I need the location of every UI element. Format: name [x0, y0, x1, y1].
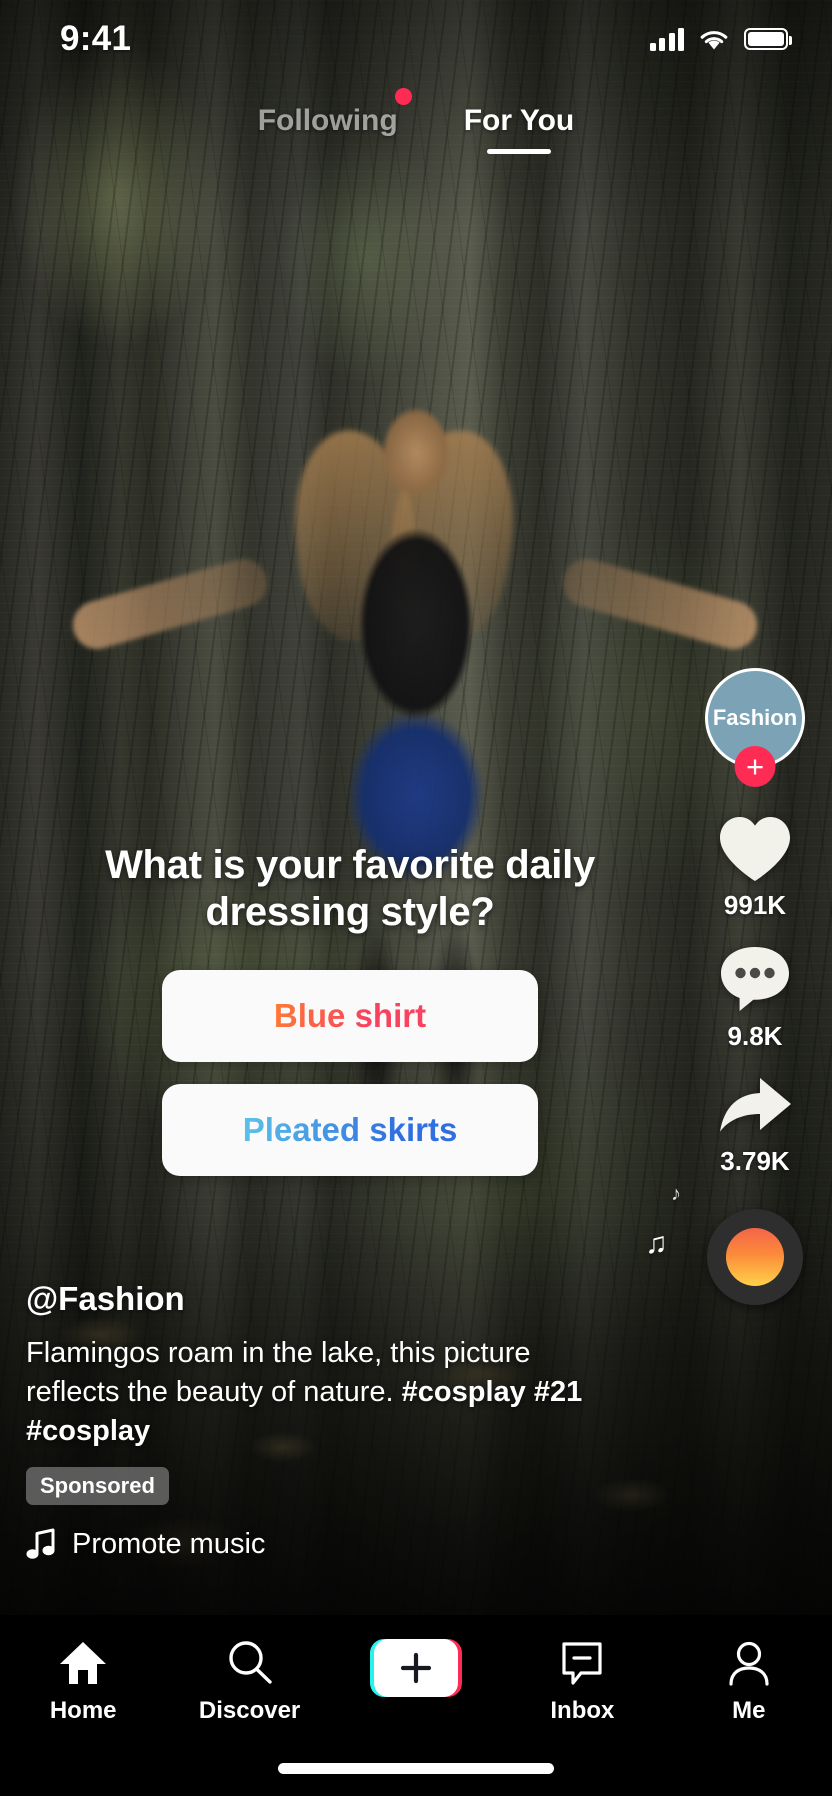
bottom-navigation-bar: Home Discover — [0, 1615, 832, 1796]
share-button[interactable]: 3.79K — [715, 1074, 795, 1177]
tab-following[interactable]: Following — [258, 104, 398, 148]
sponsored-badge: Sponsored — [26, 1467, 169, 1505]
like-count: 991K — [724, 890, 786, 921]
person-icon — [724, 1639, 774, 1687]
poll-option-1[interactable]: Blue shirt — [162, 970, 538, 1062]
nav-item-home-label: Home — [50, 1697, 117, 1725]
home-icon — [58, 1639, 108, 1687]
video-caption-block: @Fashion Flamingos roam in the lake, thi… — [26, 1280, 586, 1561]
poll-option-2-label: Pleated skirts — [243, 1111, 458, 1149]
status-bar: 9:41 — [0, 0, 832, 78]
create-button-white-layer — [374, 1639, 458, 1697]
comment-count: 9.8K — [728, 1021, 783, 1052]
nav-item-inbox[interactable]: Inbox — [507, 1639, 657, 1725]
avatar-label: Fashion — [713, 705, 797, 731]
music-note-icon — [26, 1527, 56, 1561]
tab-for-you[interactable]: For You — [464, 104, 575, 148]
music-disc-icon — [726, 1228, 784, 1286]
inbox-message-icon — [557, 1639, 607, 1687]
search-icon — [225, 1639, 275, 1687]
poll-option-2[interactable]: Pleated skirts — [162, 1084, 538, 1176]
action-rail: Fashion + 991K 9.8K 3.79 — [700, 668, 810, 1305]
comment-bubble-icon — [717, 943, 793, 1015]
status-bar-icons — [650, 27, 789, 51]
battery-icon — [744, 28, 788, 50]
nav-item-create[interactable] — [341, 1639, 491, 1707]
creator-handle[interactable]: @Fashion — [26, 1280, 586, 1318]
music-disc-button[interactable]: ♫ ♪ — [707, 1209, 803, 1305]
nav-item-inbox-label: Inbox — [550, 1697, 614, 1725]
nav-item-me-label: Me — [732, 1697, 765, 1725]
nav-item-home[interactable]: Home — [8, 1639, 158, 1725]
tab-active-underline — [487, 149, 551, 154]
promote-music-label: Promote music — [72, 1528, 265, 1561]
tab-following-label: Following — [258, 104, 398, 137]
poll-options-list: Blue shirt Pleated skirts — [0, 970, 700, 1176]
creator-avatar-button[interactable]: Fashion + — [705, 668, 805, 768]
share-arrow-icon — [715, 1074, 795, 1140]
poll-sticker: What is your favorite daily dressing sty… — [0, 842, 700, 1176]
hashtag-cosplay[interactable]: #cosplay — [402, 1376, 526, 1408]
follow-plus-icon: + — [746, 751, 764, 782]
plus-icon — [399, 1651, 433, 1685]
video-description: Flamingos roam in the lake, this picture… — [26, 1334, 586, 1451]
tab-for-you-label: For You — [464, 104, 575, 137]
follow-button[interactable]: + — [735, 746, 776, 787]
nav-item-me[interactable]: Me — [674, 1639, 824, 1725]
hashtag-cosplay-2[interactable]: #cosplay — [26, 1415, 150, 1447]
poll-question-text: What is your favorite daily dressing sty… — [0, 842, 700, 936]
music-note-floating-small-icon: ♪ — [671, 1183, 681, 1206]
tab-following-notification-dot — [395, 88, 412, 105]
nav-item-discover[interactable]: Discover — [175, 1639, 325, 1725]
status-bar-time: 9:41 — [60, 19, 131, 59]
nav-item-discover-label: Discover — [199, 1697, 300, 1725]
feed-tab-bar: Following For You — [0, 104, 832, 148]
share-count: 3.79K — [720, 1146, 789, 1177]
create-plus-icon[interactable] — [370, 1639, 462, 1697]
heart-icon — [716, 814, 794, 884]
promote-music-row[interactable]: Promote music — [26, 1527, 586, 1561]
like-button[interactable]: 991K — [716, 814, 794, 921]
cellular-signal-icon — [650, 27, 685, 51]
hashtag-21[interactable]: #21 — [534, 1376, 582, 1408]
music-note-floating-large-icon: ♫ — [645, 1227, 668, 1261]
poll-option-1-label: Blue shirt — [274, 997, 426, 1035]
wifi-icon — [699, 28, 729, 51]
tiktok-video-screen: 9:41 Following For You What is your favo… — [0, 0, 832, 1796]
home-indicator — [278, 1763, 554, 1774]
comment-button[interactable]: 9.8K — [717, 943, 793, 1052]
